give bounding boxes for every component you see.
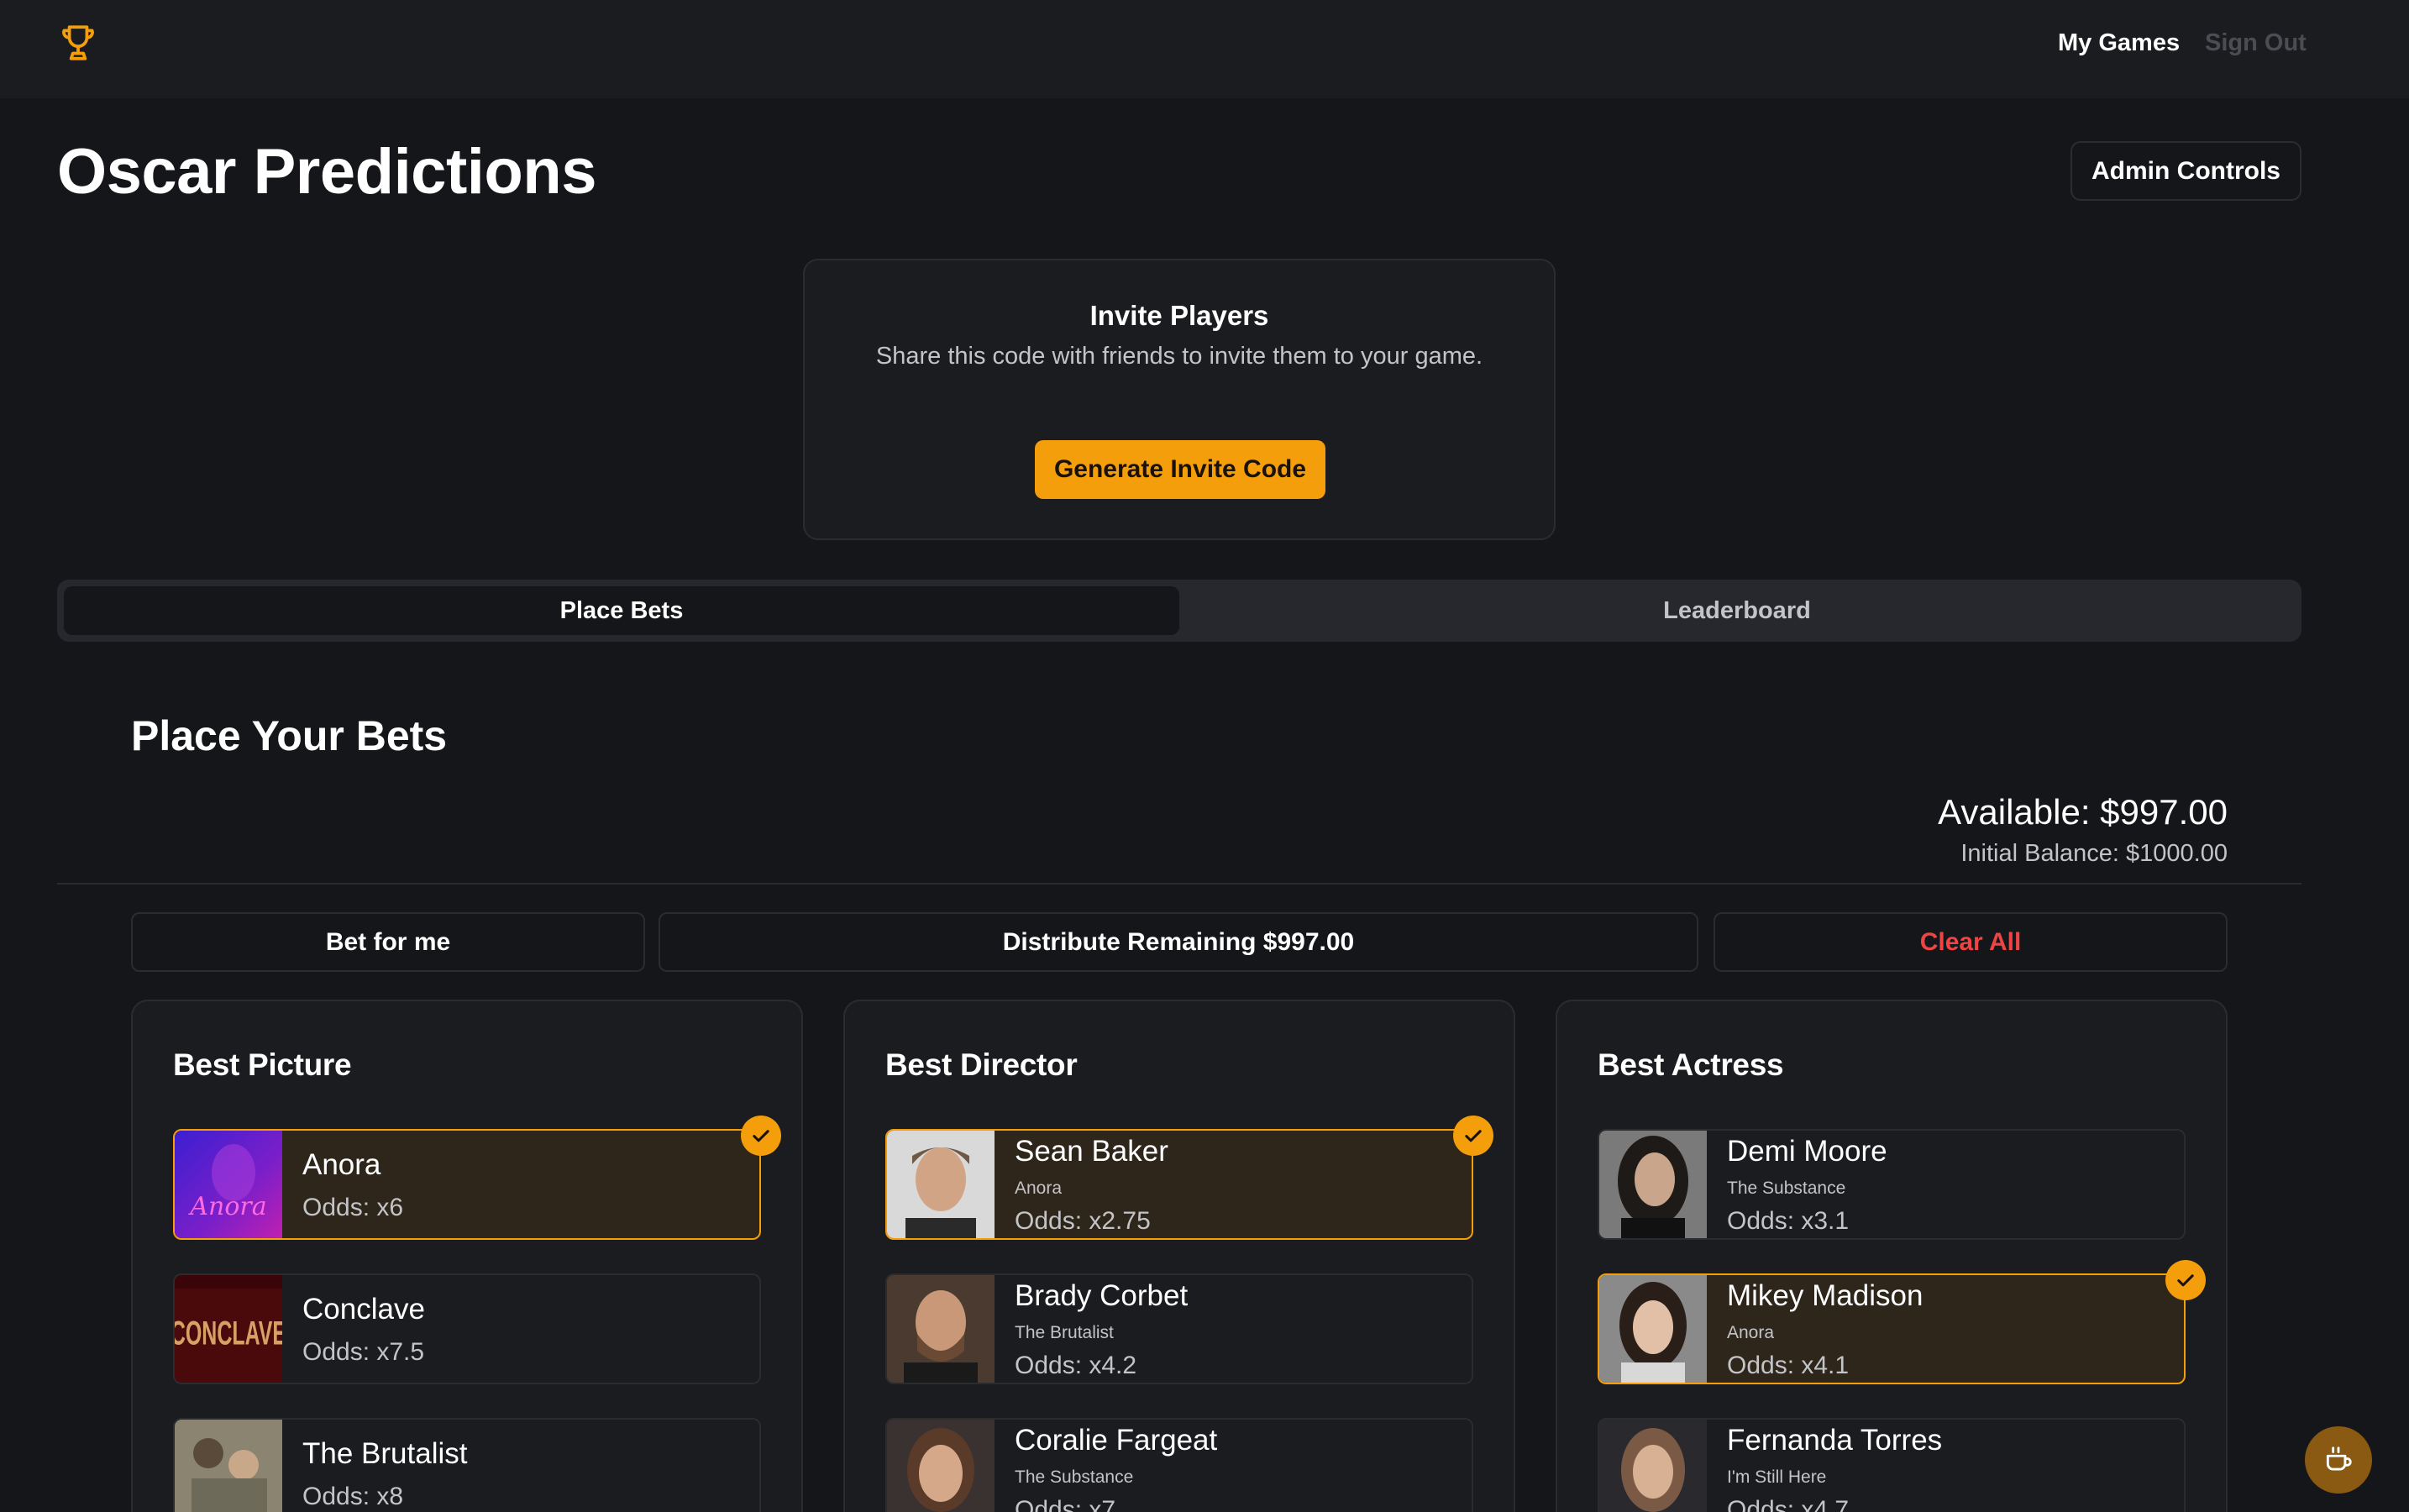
check-icon [2165,1260,2206,1300]
nominee-card-brady-corbet[interactable]: Brady Corbet The Brutalist Odds: x4.2 [885,1273,1473,1384]
check-icon [1453,1116,1493,1156]
top-nav-bar: My Games Sign Out [0,0,2409,98]
nominee-film: Anora [1727,1323,1775,1342]
nominee-odds: Odds: x6 [302,1194,404,1221]
invite-title: Invite Players [1089,300,1269,331]
nominee-name: Brady Corbet [1015,1279,1189,1312]
nominee-card-the-brutalist[interactable]: The Brutalist Odds: x8 [173,1418,761,1512]
coffee-fab-button[interactable] [2305,1426,2372,1494]
poster-title-text: Anora [187,1192,266,1221]
nominee-film: The Brutalist [1015,1323,1114,1342]
coffee-icon [2326,1446,2352,1471]
nominee-odds: Odds: x2.75 [1015,1207,1151,1235]
category-card-best-director: Best Director Sean Baker Anora Odds: x2.… [843,1000,1515,1512]
tab-bar: Place Bets Leaderboard [57,580,2301,642]
nominee-odds: Odds: x3.1 [1727,1207,1850,1235]
nominee-odds: Odds: x7 [1015,1496,1116,1512]
nav-my-games-link[interactable]: My Games [2058,29,2180,57]
nominee-card-mikey-madison[interactable]: Mikey Madison Anora Odds: x4.1 [1598,1260,2206,1384]
nominee-name: Sean Baker [1015,1135,1168,1168]
nominee-photo [1599,1420,1707,1512]
nominee-film: The Substance [1015,1467,1134,1487]
generate-invite-code-button[interactable]: Generate Invite Code [1035,440,1325,499]
invite-subtitle: Share this code with friends to invite t… [875,343,1483,370]
poster-title-text: CONCLAVE [175,1315,282,1352]
initial-balance: Initial Balance: $1000.00 [1960,840,2228,867]
check-icon [741,1116,781,1156]
nominee-name: Demi Moore [1727,1135,1887,1168]
nominee-name: Mikey Madison [1727,1279,1924,1312]
category-card-best-actress: Best Actress Demi Moore The Substance Od… [1556,1000,2228,1512]
category-title: Best Actress [1598,1047,1784,1082]
nominee-odds: Odds: x7.5 [302,1338,425,1366]
nominee-odds: Odds: x8 [302,1483,404,1510]
nominee-photo [887,1275,995,1383]
nominee-name: Fernanda Torres [1727,1424,1943,1457]
invite-players-card: Invite Players Share this code with frie… [803,259,1556,540]
available-balance: Available: $997.00 [1938,792,2228,832]
nominee-film: The Substance [1727,1179,1846,1198]
tab-leaderboard[interactable]: Leaderboard [1179,586,2295,635]
nominee-odds: Odds: x4.7 [1727,1496,1850,1512]
nominee-poster [175,1420,282,1512]
nominee-card-fernanda-torres[interactable]: Fernanda Torres I'm Still Here Odds: x4.… [1598,1418,2186,1512]
nominee-odds: Odds: x4.2 [1015,1352,1137,1379]
nominee-card-demi-moore[interactable]: Demi Moore The Substance Odds: x3.1 [1598,1129,2186,1240]
category-title: Best Director [885,1047,1078,1082]
nominee-card-conclave[interactable]: CONCLAVE Conclave Odds: x7.5 [173,1273,761,1384]
nominee-card-sean-baker[interactable]: Sean Baker Anora Odds: x2.75 [885,1116,1493,1240]
nominee-card-coralie-fargeat[interactable]: Coralie Fargeat The Substance Odds: x7 [885,1418,1473,1512]
trophy-icon[interactable] [57,22,99,64]
bet-for-me-button[interactable]: Bet for me [131,912,645,972]
nominee-poster: CONCLAVE [175,1275,282,1383]
nav-sign-out-link[interactable]: Sign Out [2205,29,2307,57]
category-card-best-picture: Best Picture Anora Anora Odds: x6 CONCLA… [131,1000,803,1512]
nominee-photo [1599,1131,1707,1238]
nominee-film: I'm Still Here [1727,1467,1827,1487]
page-title: Oscar Predictions [57,136,597,207]
nominee-odds: Odds: x4.1 [1727,1352,1850,1379]
nominee-photo [1599,1275,1707,1383]
nominee-name: The Brutalist [302,1437,468,1470]
divider [57,883,2301,885]
admin-controls-button[interactable]: Admin Controls [2070,141,2301,201]
clear-all-button[interactable]: Clear All [1714,912,2228,972]
category-title: Best Picture [173,1047,352,1082]
nominee-name: Conclave [302,1293,425,1326]
tab-place-bets[interactable]: Place Bets [64,586,1179,635]
nominee-photo [887,1420,995,1512]
nominee-name: Anora [302,1148,381,1181]
nominee-photo [887,1131,995,1238]
nominee-poster: Anora [175,1131,282,1238]
distribute-remaining-button[interactable]: Distribute Remaining $997.00 [659,912,1698,972]
nominee-film: Anora [1015,1179,1063,1198]
nominee-name: Coralie Fargeat [1015,1424,1218,1457]
place-bets-heading: Place Your Bets [131,712,448,759]
nominee-card-anora[interactable]: Anora Anora Odds: x6 [173,1116,781,1240]
